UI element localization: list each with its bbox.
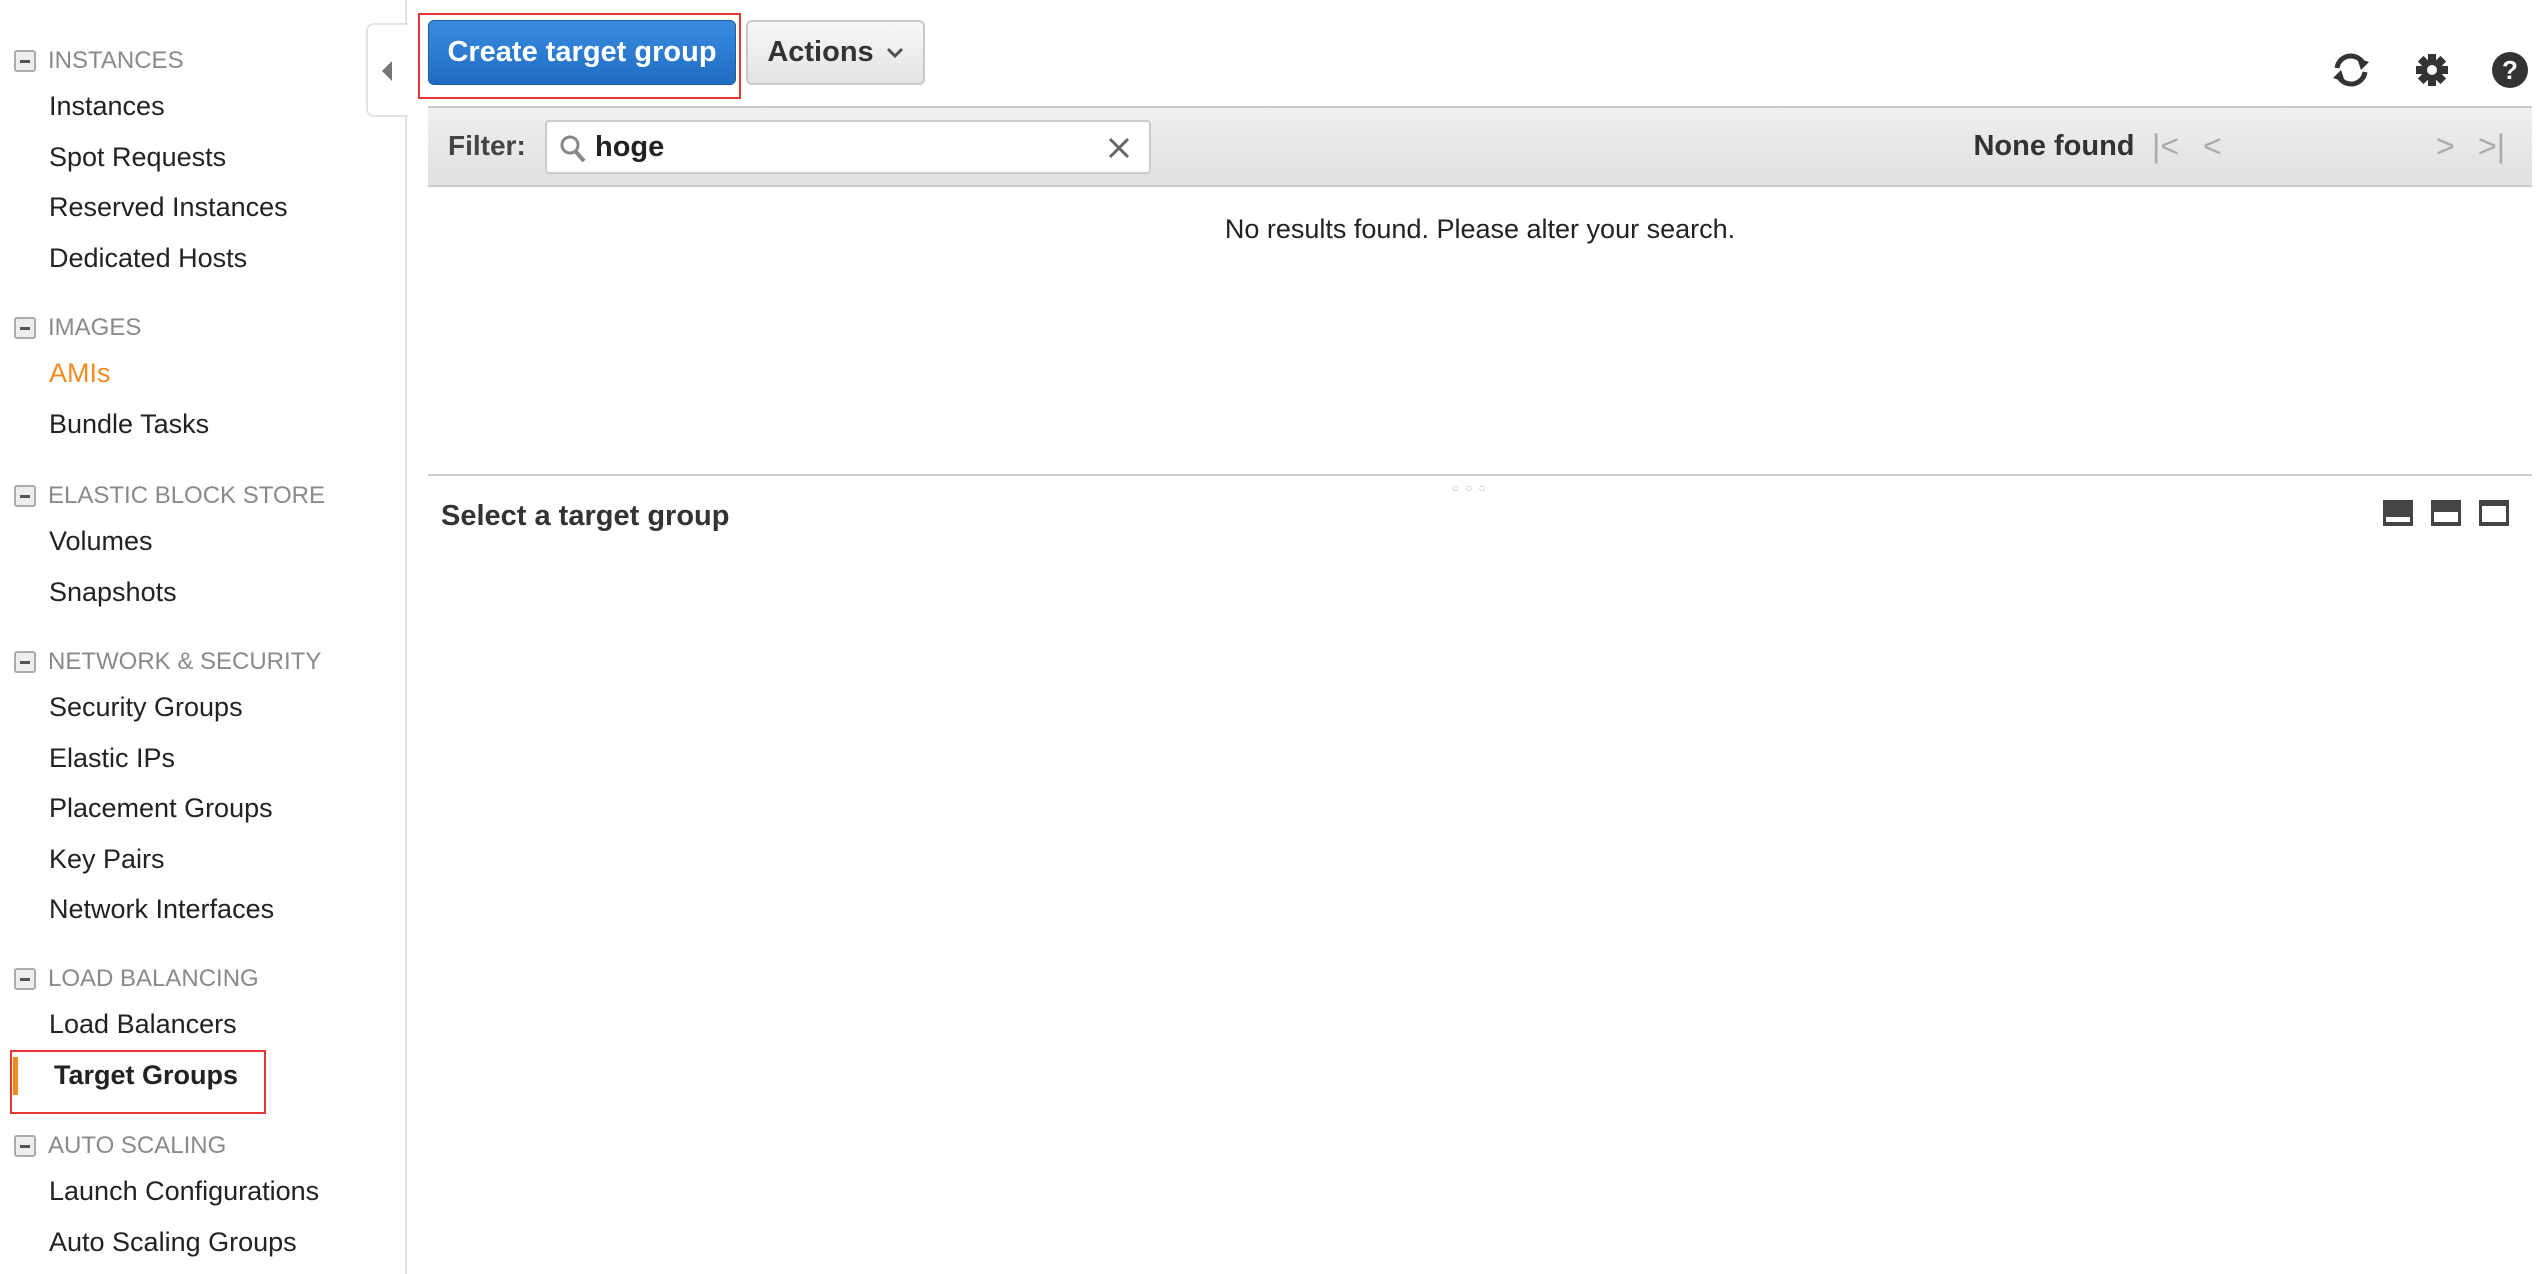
panel-bottom-icon[interactable] <box>2383 500 2413 526</box>
highlight-box <box>10 1050 266 1114</box>
collapse-minus-icon[interactable] <box>14 651 36 673</box>
next-page-icon[interactable]: > <box>2436 128 2455 165</box>
section-title: ELASTIC BLOCK STORE <box>48 482 325 509</box>
section-title: INSTANCES <box>48 47 184 74</box>
create-target-group-button[interactable]: Create target group <box>428 20 736 85</box>
section-title: LOAD BALANCING <box>48 965 259 992</box>
collapse-minus-icon[interactable] <box>14 1135 36 1157</box>
sidebar-item-security-groups[interactable]: Security Groups <box>49 690 243 724</box>
sidebar-section-header[interactable]: LOAD BALANCING <box>14 964 259 994</box>
section-title: AUTO SCALING <box>48 1132 227 1159</box>
sidebar-item-bundle-tasks[interactable]: Bundle Tasks <box>49 407 209 441</box>
section-title: NETWORK & SECURITY <box>48 648 322 675</box>
filter-label: Filter: <box>448 130 526 161</box>
sidebar-section-header[interactable]: ELASTIC BLOCK STORE <box>14 481 325 511</box>
refresh-icon[interactable] <box>2329 48 2373 92</box>
sidebar-section-header[interactable]: NETWORK & SECURITY <box>14 647 321 677</box>
actions-dropdown[interactable]: Actions <box>746 20 925 85</box>
prev-page-icon[interactable]: < <box>2203 128 2222 165</box>
clear-icon[interactable] <box>1107 136 1131 160</box>
sidebar-item-placement-groups[interactable]: Placement Groups <box>49 791 273 825</box>
sidebar-item-launch-configurations[interactable]: Launch Configurations <box>49 1174 319 1208</box>
collapse-minus-icon[interactable] <box>14 968 36 990</box>
sidebar-section-header[interactable]: AUTO SCALING <box>14 1131 226 1161</box>
collapse-minus-icon[interactable] <box>14 485 36 507</box>
drag-handle-icon[interactable]: ○○○ <box>1452 481 1492 495</box>
first-page-icon[interactable]: |< <box>2152 128 2179 165</box>
detail-title: Select a target group <box>441 500 730 532</box>
sidebar-item-volumes[interactable]: Volumes <box>49 524 153 558</box>
sidebar-item-spot-requests[interactable]: Spot Requests <box>49 140 226 174</box>
sidebar-item-auto-scaling-groups[interactable]: Auto Scaling Groups <box>49 1225 297 1259</box>
resize-divider[interactable] <box>428 474 2532 476</box>
filter-search-field[interactable] <box>545 120 1151 174</box>
filter-input[interactable] <box>595 128 1095 166</box>
section-title: IMAGES <box>48 314 142 341</box>
selected-indicator <box>13 1057 18 1095</box>
sidebar-item-snapshots[interactable]: Snapshots <box>49 575 177 609</box>
sidebar-item-load-balancers[interactable]: Load Balancers <box>49 1007 237 1041</box>
gear-icon[interactable] <box>2410 48 2454 92</box>
filter-bar: Filter: |< < None found > >| <box>428 106 2532 187</box>
create-label: Create target group <box>447 36 717 68</box>
collapse-minus-icon[interactable] <box>14 50 36 72</box>
sidebar-item-amis[interactable]: AMIs <box>49 356 111 390</box>
search-icon <box>560 135 586 163</box>
panel-half-icon[interactable] <box>2431 500 2461 526</box>
sidebar-section-header[interactable]: INSTANCES <box>14 46 184 76</box>
chevron-down-icon <box>886 47 903 58</box>
empty-results-message: No results found. Please alter your sear… <box>1224 214 1736 244</box>
sidebar-item-instances[interactable]: Instances <box>49 89 165 123</box>
sidebar-item-reserved-instances[interactable]: Reserved Instances <box>49 190 288 224</box>
sidebar-item-dedicated-hosts[interactable]: Dedicated Hosts <box>49 241 247 275</box>
sidebar-item-network-interfaces[interactable]: Network Interfaces <box>49 892 274 926</box>
sidebar-item-elastic-ips[interactable]: Elastic IPs <box>49 741 175 775</box>
svg-text:?: ? <box>2502 55 2518 85</box>
help-icon[interactable]: ? <box>2488 48 2532 92</box>
panel-full-icon[interactable] <box>2479 500 2509 526</box>
last-page-icon[interactable]: >| <box>2478 128 2505 165</box>
sidebar-item-key-pairs[interactable]: Key Pairs <box>49 842 165 876</box>
collapse-minus-icon[interactable] <box>14 317 36 339</box>
actions-label: Actions <box>767 36 874 68</box>
collapse-sidebar-button[interactable] <box>366 23 408 117</box>
pagination-status: None found <box>1973 130 2135 162</box>
sidebar-section-header[interactable]: IMAGES <box>14 313 141 343</box>
